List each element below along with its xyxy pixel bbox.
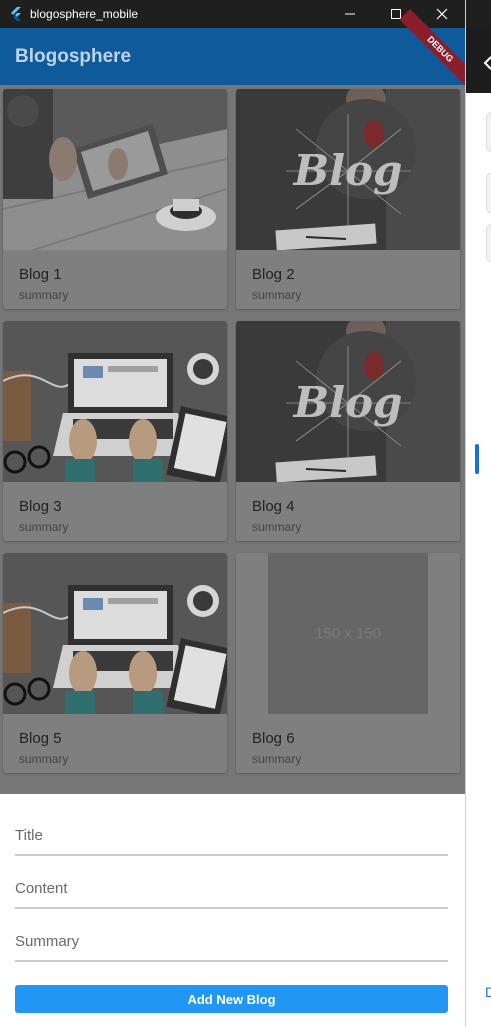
app-window: blogosphere_mobile Blogosphere DEBUG Blo… xyxy=(0,0,465,1027)
minimize-icon xyxy=(345,13,355,15)
app-title: Blogosphere xyxy=(15,46,132,67)
background-link[interactable]: D xyxy=(485,984,491,1000)
blog-summary: summary xyxy=(252,752,302,766)
background-titlebar xyxy=(466,0,491,28)
blog-image xyxy=(3,321,227,482)
blog-image: Blog xyxy=(236,89,460,250)
blog-title: Blog 6 xyxy=(252,730,295,747)
blog-image xyxy=(3,89,227,250)
back-arrow-icon[interactable] xyxy=(483,55,491,71)
blog-card[interactable]: 150 x 150 Blog 6 summary xyxy=(236,553,460,773)
new-blog-form: Add New Blog xyxy=(0,794,465,1027)
minimize-button[interactable] xyxy=(327,0,373,28)
window-titlebar: blogosphere_mobile xyxy=(0,0,465,28)
summary-field xyxy=(15,922,448,962)
blog-summary: summary xyxy=(252,520,302,534)
blog-image xyxy=(3,553,227,714)
svg-text:Blog: Blog xyxy=(293,378,403,427)
blog-summary: summary xyxy=(252,288,302,302)
blog-card[interactable]: Blog 1 summary xyxy=(3,89,227,309)
add-new-blog-button[interactable]: Add New Blog xyxy=(15,985,448,1013)
blog-grid: Blog 1 summary Blog Blog 2 summary Blog … xyxy=(0,85,465,794)
blog-card[interactable]: Blog 3 summary xyxy=(3,321,227,541)
background-window: D xyxy=(465,0,491,1027)
content-input[interactable] xyxy=(15,869,448,907)
blog-title: Blog 2 xyxy=(252,266,295,283)
background-panel xyxy=(486,112,491,152)
app-bar: Blogosphere DEBUG xyxy=(0,8,465,91)
blog-image: Blog xyxy=(236,321,460,482)
window-title: blogosphere_mobile xyxy=(30,7,139,21)
blog-card[interactable]: Blog Blog 4 summary xyxy=(236,321,460,541)
blog-summary: summary xyxy=(19,520,69,534)
background-field xyxy=(486,224,491,262)
blog-card[interactable]: Blog 5 summary xyxy=(3,553,227,773)
summary-input[interactable] xyxy=(15,922,448,960)
blog-card[interactable]: Blog Blog 2 summary xyxy=(236,89,460,309)
selection-indicator xyxy=(475,444,479,474)
blog-title: Blog 3 xyxy=(19,498,62,515)
blog-summary: summary xyxy=(19,752,69,766)
blog-title: Blog 5 xyxy=(19,730,62,747)
flutter-icon xyxy=(11,7,21,21)
blog-title: Blog 4 xyxy=(252,498,295,515)
close-icon xyxy=(436,8,448,20)
title-field xyxy=(15,816,448,856)
blog-summary: summary xyxy=(19,288,69,302)
content-field xyxy=(15,869,448,909)
blog-title: Blog 1 xyxy=(19,266,62,283)
svg-text:Blog: Blog xyxy=(293,146,403,195)
blog-image-placeholder: 150 x 150 xyxy=(236,553,460,714)
title-input[interactable] xyxy=(15,816,448,854)
placeholder-text: 150 x 150 xyxy=(315,625,381,642)
background-field xyxy=(486,173,491,213)
